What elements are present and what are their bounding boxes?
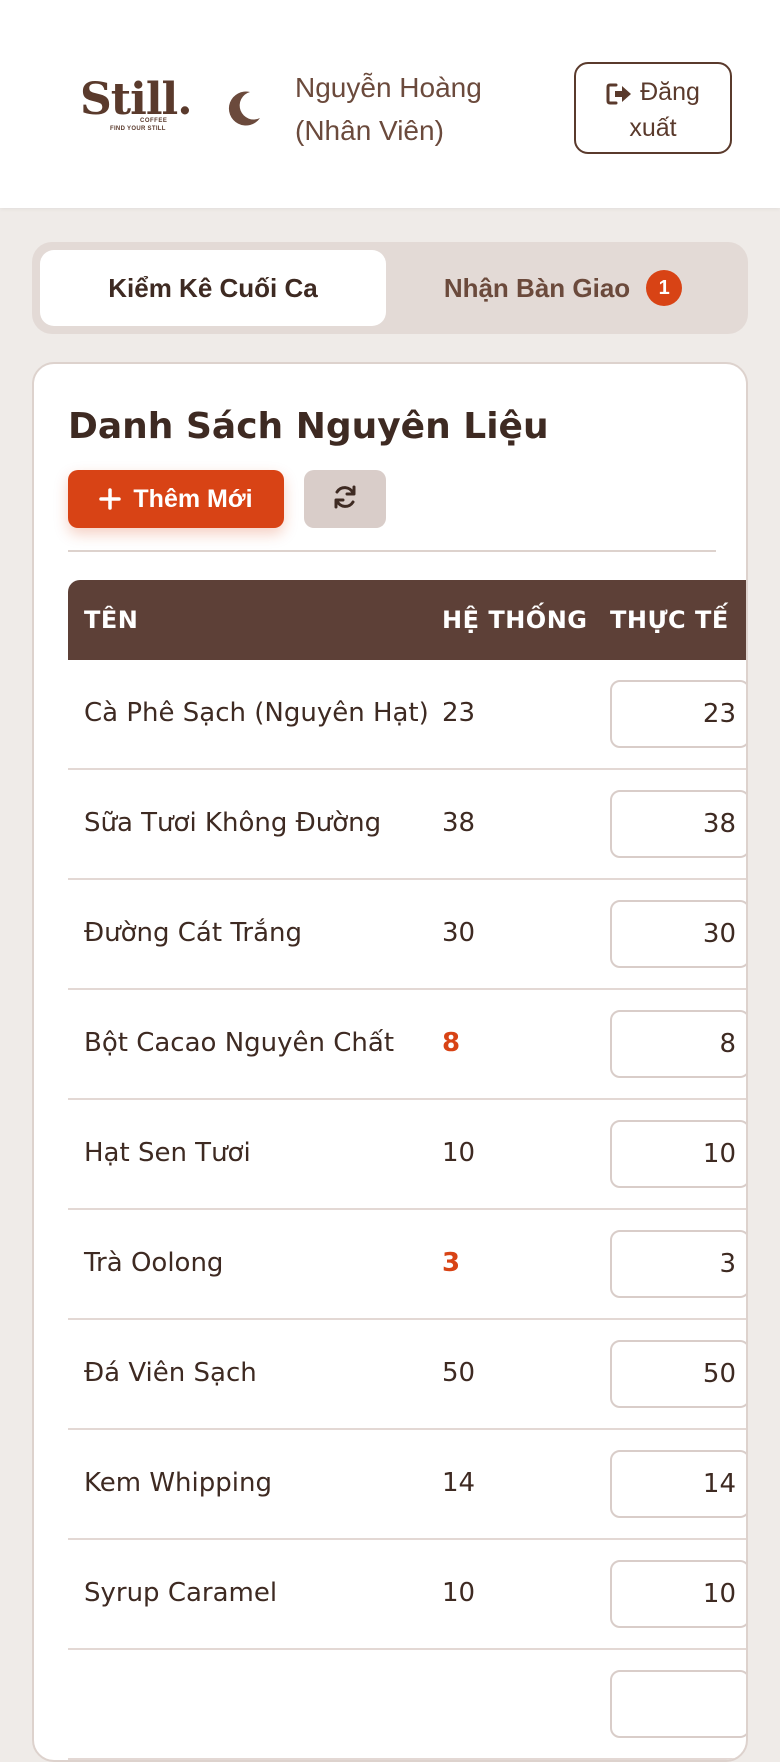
logout-label-line2: xuất	[629, 114, 677, 142]
actual-quantity-input[interactable]	[610, 790, 746, 858]
actual-quantity-input[interactable]	[610, 1560, 746, 1628]
table-row: Cà Phê Sạch (Nguyên Hạt) 23	[68, 660, 746, 770]
user-display-name: Nguyễn Hoàng (Nhân Viên)	[295, 66, 535, 152]
tab-end-of-shift-label: Kiểm Kê Cuối Ca	[108, 272, 318, 303]
table-header: TÊN HỆ THỐNG THỰC TẾ	[68, 580, 746, 660]
system-quantity: 38	[442, 808, 476, 838]
table-row: Đường Cát Trắng 30	[68, 880, 746, 990]
table-row: Đá Viên Sạch 50	[68, 1320, 746, 1430]
app-header: Still. COFFEE FIND YOUR STILL Nguyễn Hoà…	[0, 0, 780, 208]
table-row: Trà Oolong 3	[68, 1210, 746, 1320]
system-quantity: 50	[442, 1358, 476, 1388]
logout-button[interactable]: Đăng xuất	[574, 62, 732, 154]
sign-out-icon	[606, 80, 634, 105]
actual-quantity-input[interactable]	[610, 1120, 746, 1188]
actual-quantity-input[interactable]	[610, 1010, 746, 1078]
add-new-label: Thêm Mới	[133, 484, 253, 513]
logo-wordmark: Still.	[80, 74, 193, 125]
actual-quantity-input[interactable]	[610, 1340, 746, 1408]
system-quantity-low: 3	[442, 1248, 461, 1278]
ingredient-name: Trà Oolong	[84, 1248, 224, 1278]
table-row: Hạt Sen Tươi 10	[68, 1100, 746, 1210]
ingredient-rows: Cà Phê Sạch (Nguyên Hạt) 23 Sữa Tươi Khô…	[68, 660, 746, 1760]
system-quantity: 14	[442, 1468, 476, 1498]
actual-quantity-input[interactable]	[610, 900, 746, 968]
column-header-actual: THỰC TẾ	[610, 606, 729, 634]
ingredient-list-card: Danh Sách Nguyên Liệu Thêm Mới TÊN HỆ TH…	[32, 362, 748, 1762]
refresh-icon	[332, 484, 358, 515]
actual-quantity-input[interactable]	[610, 1670, 746, 1738]
ingredient-name: Đá Viên Sạch	[84, 1358, 257, 1388]
system-quantity: 30	[442, 918, 476, 948]
user-name-text: Nguyễn Hoàng	[295, 72, 482, 103]
refresh-button[interactable]	[304, 470, 386, 528]
logout-label-line1: Đăng	[640, 78, 700, 106]
table-row	[68, 1650, 746, 1760]
tab-end-of-shift-count[interactable]: Kiểm Kê Cuối Ca	[40, 250, 386, 326]
tab-receive-handover[interactable]: Nhận Bàn Giao 1	[386, 250, 740, 326]
user-role-text: (Nhân Viên)	[295, 115, 444, 146]
dark-mode-moon-icon[interactable]	[222, 86, 266, 130]
section-divider	[68, 550, 716, 552]
actual-quantity-input[interactable]	[610, 1230, 746, 1298]
ingredient-name: Sữa Tươi Không Đường	[84, 808, 382, 838]
table-row: Sữa Tươi Không Đường 38	[68, 770, 746, 880]
table-row: Kem Whipping 14	[68, 1430, 746, 1540]
actual-quantity-input[interactable]	[610, 680, 746, 748]
ingredient-name: Kem Whipping	[84, 1468, 272, 1498]
logo-coffee-text: COFFEE	[140, 118, 168, 124]
tab-bar: Kiểm Kê Cuối Ca Nhận Bàn Giao 1	[32, 242, 748, 334]
system-quantity: 23	[442, 698, 476, 728]
ingredient-name: Hạt Sen Tươi	[84, 1138, 251, 1168]
table-row: Syrup Caramel 10	[68, 1540, 746, 1650]
still-coffee-logo[interactable]: Still. COFFEE FIND YOUR STILL	[80, 74, 193, 138]
tab-receive-handover-label: Nhận Bàn Giao	[443, 272, 631, 303]
ingredient-name: Cà Phê Sạch (Nguyên Hạt)	[84, 698, 429, 728]
system-quantity: 10	[442, 1578, 476, 1608]
system-quantity-low: 8	[442, 1028, 461, 1058]
add-new-button[interactable]: Thêm Mới	[68, 470, 284, 528]
ingredient-name: Đường Cát Trắng	[84, 918, 302, 948]
system-quantity: 10	[442, 1138, 476, 1168]
logo-tagline: FIND YOUR STILL	[110, 126, 166, 132]
card-title: Danh Sách Nguyên Liệu	[68, 406, 549, 447]
column-header-system: HỆ THỐNG	[442, 606, 588, 634]
plus-icon	[99, 488, 122, 510]
table-row: Bột Cacao Nguyên Chất 8	[68, 990, 746, 1100]
notification-badge: 1	[646, 270, 683, 306]
column-header-name: TÊN	[84, 606, 139, 634]
actual-quantity-input[interactable]	[610, 1450, 746, 1518]
ingredient-name: Syrup Caramel	[84, 1578, 278, 1608]
ingredient-name: Bột Cacao Nguyên Chất	[84, 1028, 395, 1058]
